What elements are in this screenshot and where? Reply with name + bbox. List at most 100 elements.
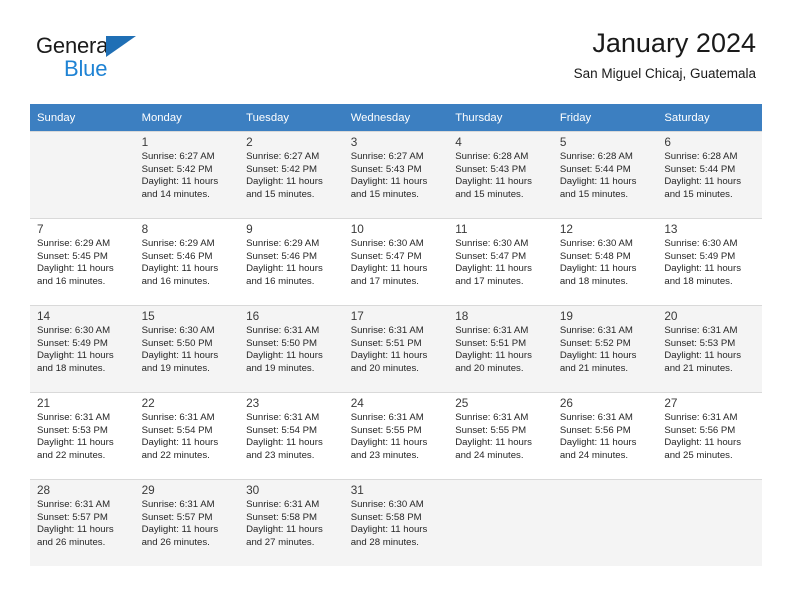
- daylight-text-line2: and 16 minutes.: [246, 275, 315, 287]
- day-number: 21: [37, 396, 51, 410]
- calendar-day-cell[interactable]: 1 Sunrise: 6:27 AM Sunset: 5:42 PM Daylight…: [134, 131, 240, 218]
- daylight-text-line1: Daylight: 11 hours: [37, 350, 114, 362]
- daylight-text-line2: and 18 minutes.: [664, 275, 733, 287]
- calendar-day-cell[interactable]: 14 Sunrise: 6:30 AM Sunset: 5:49 PM Dayligh…: [30, 305, 135, 392]
- day-sun-info: Sunrise: 6:31 AM Sunset: 5:55 PM Daylight:…: [455, 412, 547, 462]
- daylight-text-line2: and 25 minutes.: [664, 449, 733, 461]
- daylight-text-line1: Daylight: 11 hours: [664, 176, 741, 188]
- calendar-day-cell[interactable]: 15 Sunrise: 6:30 AM Sunset: 5:50 PM Dayligh…: [134, 305, 240, 392]
- calendar-day-cell[interactable]: 17 Sunrise: 6:31 AM Sunset: 5:51 PM Dayligh…: [343, 305, 449, 392]
- sunset-text: Sunset: 5:54 PM: [246, 424, 318, 436]
- day-sun-info: Sunrise: 6:31 AM Sunset: 5:52 PM Daylight:…: [560, 325, 652, 375]
- calendar-day-cell[interactable]: 31 Sunrise: 6:30 AM Sunset: 5:58 PM Dayligh…: [343, 479, 449, 566]
- day-sun-info: Sunrise: 6:30 AM Sunset: 5:58 PM Daylight:…: [351, 499, 443, 549]
- day-sun-info: Sunrise: 6:30 AM Sunset: 5:49 PM Daylight:…: [664, 238, 756, 288]
- calendar-day-cell[interactable]: 26 Sunrise: 6:31 AM Sunset: 5:56 PM Dayligh…: [552, 392, 658, 479]
- day-number: 3: [350, 135, 358, 149]
- calendar-day-cell[interactable]: 5 Sunrise: 6:28 AM Sunset: 5:44 PM Daylight…: [552, 131, 658, 218]
- day-number: 13: [664, 222, 678, 236]
- day-number: 24: [350, 396, 364, 410]
- sunrise-text: Sunrise: 6:31 AM: [455, 412, 529, 423]
- day-cell-inner: [657, 479, 762, 566]
- weekday-header-thursday: Thursday: [448, 104, 553, 131]
- day-cell-inner: 12 Sunrise: 6:30 AM Sunset: 5:48 PM Dayligh…: [552, 218, 658, 305]
- daylight-text-line2: and 15 minutes.: [664, 188, 733, 200]
- day-sun-info: Sunrise: 6:30 AM Sunset: 5:49 PM Daylight:…: [37, 325, 129, 375]
- sunset-text: Sunset: 5:43 PM: [350, 163, 422, 175]
- calendar-day-cell[interactable]: 23 Sunrise: 6:31 AM Sunset: 5:54 PM Dayligh…: [239, 392, 344, 479]
- calendar-day-cell[interactable]: 12 Sunrise: 6:30 AM Sunset: 5:48 PM Dayligh…: [552, 218, 658, 305]
- day-cell-inner: 5 Sunrise: 6:28 AM Sunset: 5:44 PM Daylight…: [552, 131, 658, 218]
- daylight-text-line2: and 18 minutes.: [37, 362, 106, 374]
- weekday-header-friday: Friday: [552, 104, 658, 131]
- calendar-day-cell[interactable]: 13 Sunrise: 6:30 AM Sunset: 5:49 PM Dayligh…: [657, 218, 762, 305]
- day-number: 19: [559, 309, 573, 323]
- calendar-day-cell[interactable]: 10 Sunrise: 6:30 AM Sunset: 5:47 PM Dayligh…: [343, 218, 449, 305]
- day-sun-info: Sunrise: 6:31 AM Sunset: 5:56 PM Daylight:…: [664, 412, 756, 462]
- day-number: 15: [141, 309, 155, 323]
- day-sun-info: Sunrise: 6:30 AM Sunset: 5:48 PM Daylight:…: [560, 238, 652, 288]
- daylight-text-line1: Daylight: 11 hours: [246, 350, 323, 362]
- calendar-day-cell[interactable]: 2 Sunrise: 6:27 AM Sunset: 5:42 PM Daylight…: [239, 131, 344, 218]
- daylight-text-line2: and 20 minutes.: [455, 362, 524, 374]
- calendar-day-cell[interactable]: 9 Sunrise: 6:29 AM Sunset: 5:46 PM Daylight…: [239, 218, 344, 305]
- weekday-header-sunday: Sunday: [30, 104, 135, 131]
- calendar-day-cell[interactable]: 3 Sunrise: 6:27 AM Sunset: 5:43 PM Daylight…: [343, 131, 449, 218]
- sunset-text: Sunset: 5:46 PM: [246, 250, 318, 262]
- calendar-day-cell[interactable]: 28 Sunrise: 6:31 AM Sunset: 5:57 PM Dayligh…: [30, 479, 135, 566]
- daylight-text-line1: Daylight: 11 hours: [455, 176, 532, 188]
- sunrise-text: Sunrise: 6:30 AM: [455, 238, 529, 249]
- day-sun-info: Sunrise: 6:31 AM Sunset: 5:50 PM Daylight:…: [246, 325, 338, 375]
- calendar-day-cell[interactable]: 4 Sunrise: 6:28 AM Sunset: 5:43 PM Daylight…: [448, 131, 553, 218]
- sunset-text: Sunset: 5:57 PM: [37, 511, 108, 523]
- page-subtitle: San Miguel Chicaj, Guatemala: [573, 66, 756, 82]
- calendar-day-cell[interactable]: 25 Sunrise: 6:31 AM Sunset: 5:55 PM Dayligh…: [448, 392, 553, 479]
- sunrise-text: Sunrise: 6:31 AM: [559, 412, 633, 423]
- calendar-day-cell[interactable]: 8 Sunrise: 6:29 AM Sunset: 5:46 PM Daylight…: [134, 218, 240, 305]
- calendar-day-cell[interactable]: 6 Sunrise: 6:28 AM Sunset: 5:44 PM Daylight…: [657, 131, 762, 218]
- day-number: 18: [455, 309, 469, 323]
- calendar-day-cell[interactable]: 22 Sunrise: 6:31 AM Sunset: 5:54 PM Dayligh…: [134, 392, 240, 479]
- daylight-text-line1: Daylight: 11 hours: [37, 263, 114, 275]
- calendar-day-cell[interactable]: 18 Sunrise: 6:31 AM Sunset: 5:51 PM Dayligh…: [448, 305, 553, 392]
- calendar-body: 1 Sunrise: 6:27 AM Sunset: 5:42 PM Daylight…: [30, 131, 762, 566]
- calendar-day-cell[interactable]: 21 Sunrise: 6:31 AM Sunset: 5:53 PM Dayligh…: [30, 392, 135, 479]
- weekday-header-wednesday: Wednesday: [343, 104, 449, 131]
- calendar-day-cell[interactable]: 16 Sunrise: 6:31 AM Sunset: 5:50 PM Dayligh…: [239, 305, 344, 392]
- day-cell-inner: 26 Sunrise: 6:31 AM Sunset: 5:56 PM Dayligh…: [552, 392, 658, 479]
- day-cell-inner: 7 Sunrise: 6:29 AM Sunset: 5:45 PM Daylight…: [30, 218, 135, 305]
- sunrise-text: Sunrise: 6:30 AM: [664, 238, 738, 249]
- day-number: 9: [246, 222, 253, 236]
- generalblue-logo[interactable]: General Blue: [36, 33, 166, 83]
- day-cell-inner: [448, 479, 553, 566]
- day-sun-info: Sunrise: 6:31 AM Sunset: 5:51 PM Daylight:…: [351, 325, 443, 375]
- calendar-day-cell[interactable]: 20 Sunrise: 6:31 AM Sunset: 5:53 PM Dayligh…: [657, 305, 762, 392]
- daylight-text-line1: Daylight: 11 hours: [141, 437, 219, 449]
- calendar-day-cell[interactable]: 30 Sunrise: 6:31 AM Sunset: 5:58 PM Dayligh…: [239, 479, 344, 566]
- day-cell-inner: 8 Sunrise: 6:29 AM Sunset: 5:46 PM Daylight…: [134, 218, 240, 305]
- calendar-day-cell[interactable]: 19 Sunrise: 6:31 AM Sunset: 5:52 PM Dayligh…: [552, 305, 658, 392]
- calendar-day-cell[interactable]: 29 Sunrise: 6:31 AM Sunset: 5:57 PM Dayligh…: [134, 479, 240, 566]
- daylight-text-line2: and 15 minutes.: [455, 188, 524, 200]
- daylight-text-line1: Daylight: 11 hours: [664, 350, 741, 362]
- sunrise-text: Sunrise: 6:27 AM: [350, 151, 424, 162]
- daylight-text-line1: Daylight: 11 hours: [246, 176, 323, 188]
- day-sun-info: Sunrise: 6:31 AM Sunset: 5:54 PM Daylight:…: [142, 412, 234, 462]
- day-cell-inner: 28 Sunrise: 6:31 AM Sunset: 5:57 PM Dayligh…: [30, 479, 135, 566]
- day-cell-inner: 29 Sunrise: 6:31 AM Sunset: 5:57 PM Dayligh…: [134, 479, 240, 566]
- weekday-header-tuesday: Tuesday: [239, 104, 344, 131]
- calendar-day-cell[interactable]: 11 Sunrise: 6:30 AM Sunset: 5:47 PM Dayligh…: [448, 218, 553, 305]
- sunset-text: Sunset: 5:48 PM: [559, 250, 631, 262]
- sunset-text: Sunset: 5:53 PM: [664, 337, 736, 349]
- day-cell-inner: 13 Sunrise: 6:30 AM Sunset: 5:49 PM Dayligh…: [657, 218, 762, 305]
- day-cell-inner: 6 Sunrise: 6:28 AM Sunset: 5:44 PM Daylight…: [657, 131, 762, 218]
- calendar-day-cell[interactable]: 7 Sunrise: 6:29 AM Sunset: 5:45 PM Daylight…: [30, 218, 135, 305]
- calendar-day-cell[interactable]: 24 Sunrise: 6:31 AM Sunset: 5:55 PM Dayligh…: [343, 392, 449, 479]
- sunrise-text: Sunrise: 6:27 AM: [246, 151, 320, 162]
- sunrise-text: Sunrise: 6:31 AM: [350, 412, 424, 423]
- sunrise-text: Sunrise: 6:29 AM: [37, 238, 111, 249]
- sunrise-text: Sunrise: 6:30 AM: [350, 238, 424, 249]
- sunset-text: Sunset: 5:50 PM: [141, 337, 213, 349]
- calendar-day-cell[interactable]: 27 Sunrise: 6:31 AM Sunset: 5:56 PM Dayligh…: [657, 392, 762, 479]
- sunrise-text: Sunrise: 6:31 AM: [141, 412, 215, 423]
